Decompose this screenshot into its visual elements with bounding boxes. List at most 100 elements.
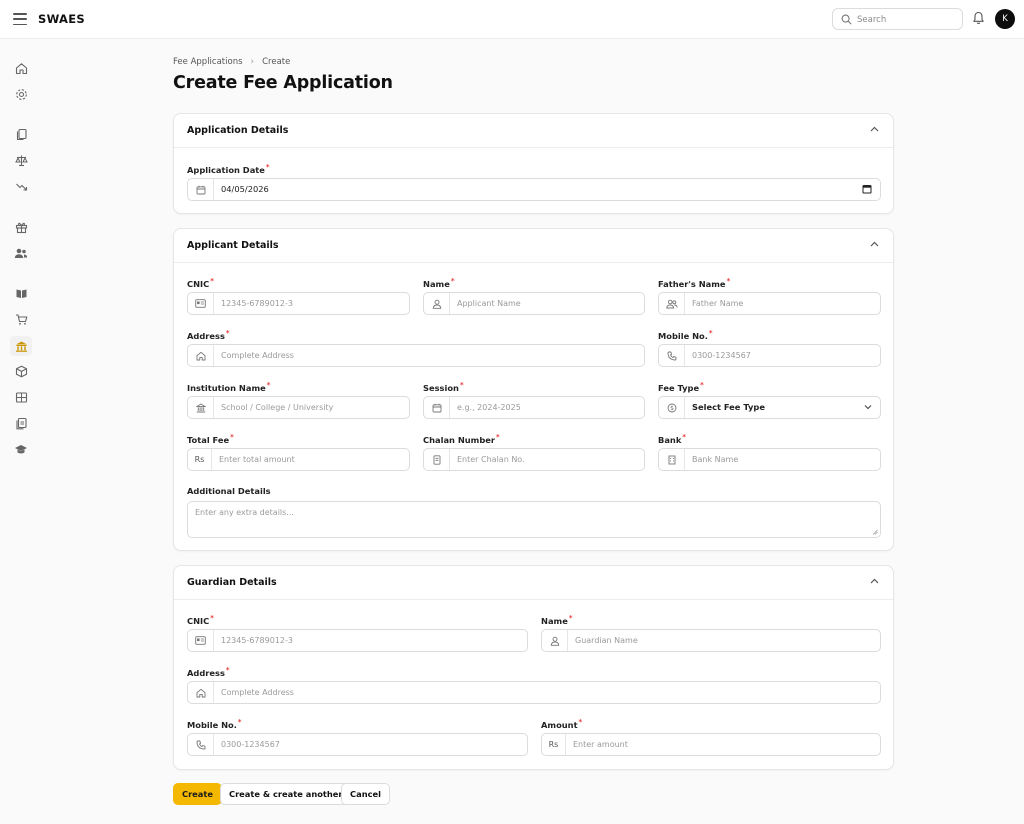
sidebar-item-users[interactable] xyxy=(10,243,32,263)
sidebar-item-books[interactable] xyxy=(10,283,32,303)
amount-input[interactable] xyxy=(573,737,871,752)
cnic-field[interactable] xyxy=(187,292,410,315)
guardian-cnic-label: CNIC* xyxy=(187,614,214,626)
home-icon xyxy=(188,345,214,366)
guardian-mobile-input[interactable] xyxy=(221,737,520,752)
father-name-field[interactable] xyxy=(658,292,881,315)
users-icon xyxy=(659,293,685,314)
chevron-up-icon[interactable] xyxy=(870,126,879,132)
mobile-field[interactable] xyxy=(658,344,881,367)
application-date-field[interactable]: 04/05/2026 xyxy=(187,178,881,201)
sidebar-item-settings[interactable] xyxy=(10,84,32,104)
box-icon xyxy=(15,365,27,377)
address-input[interactable] xyxy=(221,348,637,363)
session-field[interactable] xyxy=(423,396,645,419)
guardian-mobile-field[interactable] xyxy=(187,733,528,756)
breadcrumb-current: Create xyxy=(262,57,291,67)
chalan-number-input[interactable] xyxy=(457,452,637,467)
sidebar-item-home[interactable] xyxy=(10,58,32,78)
applicant-details-header[interactable]: Applicant Details xyxy=(174,229,893,263)
institution-field[interactable] xyxy=(187,396,410,419)
currency-prefix: Rs xyxy=(542,734,566,755)
total-fee-field[interactable]: Rs xyxy=(187,448,410,471)
avatar[interactable]: K xyxy=(995,9,1015,29)
gift-icon xyxy=(15,222,27,233)
sidebar-item-documents[interactable] xyxy=(10,124,32,144)
mobile-input[interactable] xyxy=(692,348,873,363)
sidebar-item-gifts[interactable] xyxy=(10,217,32,237)
additional-details-field[interactable] xyxy=(187,501,881,538)
bank-input[interactable] xyxy=(692,452,873,467)
menu-icon[interactable] xyxy=(13,13,27,25)
sidebar-item-cart[interactable] xyxy=(10,309,32,329)
additional-details-textarea[interactable] xyxy=(195,508,873,531)
guardian-details-header[interactable]: Guardian Details xyxy=(174,566,893,600)
institution-input[interactable] xyxy=(221,400,402,415)
bank-label: Bank* xyxy=(658,433,687,445)
top-bar: SWAES K xyxy=(0,0,1024,39)
guardian-address-input[interactable] xyxy=(221,685,873,700)
resize-handle-icon[interactable] xyxy=(872,529,878,535)
users-icon xyxy=(14,248,28,258)
total-fee-label: Total Fee* xyxy=(187,433,234,445)
search-icon xyxy=(841,14,852,25)
calendar-icon xyxy=(424,397,450,418)
bell-icon[interactable] xyxy=(972,11,985,25)
graduation-cap-icon xyxy=(15,444,27,453)
sidebar-item-bank[interactable] xyxy=(10,336,32,356)
guardian-address-field[interactable] xyxy=(187,681,881,704)
chevron-up-icon[interactable] xyxy=(870,241,879,247)
father-name-input[interactable] xyxy=(692,296,873,311)
create-another-button[interactable]: Create & create another xyxy=(220,783,352,805)
guardian-address-label: Address* xyxy=(187,666,230,678)
total-fee-input[interactable] xyxy=(219,452,400,467)
amount-field[interactable]: Rs xyxy=(541,733,881,756)
cnic-input[interactable] xyxy=(221,296,402,311)
guardian-cnic-input[interactable] xyxy=(221,633,520,648)
section-title: Guardian Details xyxy=(187,577,277,588)
sidebar-item-legal[interactable] xyxy=(10,150,32,170)
brand-logo[interactable]: SWAES xyxy=(38,12,85,26)
bank-field[interactable] xyxy=(658,448,881,471)
sidebar-item-reports[interactable] xyxy=(10,413,32,433)
breadcrumb-link-fee-applications[interactable]: Fee Applications xyxy=(173,57,243,67)
application-details-header[interactable]: Application Details xyxy=(174,114,893,148)
chalan-number-field[interactable] xyxy=(423,448,645,471)
section-title: Applicant Details xyxy=(187,240,279,251)
search-box[interactable] xyxy=(832,8,963,30)
guardian-mobile-label: Mobile No.* xyxy=(187,718,242,730)
chalan-number-label: Chalan Number* xyxy=(423,433,500,445)
create-button[interactable]: Create xyxy=(173,783,222,805)
applicant-name-input[interactable] xyxy=(457,296,637,311)
receipt-icon xyxy=(424,449,450,470)
applicant-details-card: Applicant Details CNIC* Name* Father's N… xyxy=(173,228,894,551)
bank-icon xyxy=(15,341,27,352)
sidebar-item-inventory[interactable] xyxy=(10,361,32,381)
mobile-label: Mobile No.* xyxy=(658,329,713,341)
address-field[interactable] xyxy=(187,344,645,367)
guardian-cnic-field[interactable] xyxy=(187,629,528,652)
svg-text:$: $ xyxy=(670,405,674,412)
applicant-name-field[interactable] xyxy=(423,292,645,315)
id-card-icon xyxy=(188,293,214,314)
institution-label: Institution Name* xyxy=(187,381,271,393)
date-picker-icon[interactable] xyxy=(862,184,872,194)
cnic-label: CNIC* xyxy=(187,277,214,289)
sidebar-item-trends[interactable] xyxy=(10,176,32,196)
application-date-value: 04/05/2026 xyxy=(221,184,269,194)
currency-prefix: Rs xyxy=(188,449,212,470)
sidebar xyxy=(0,39,42,824)
guardian-name-field[interactable] xyxy=(541,629,881,652)
session-input[interactable] xyxy=(457,400,637,415)
guardian-name-input[interactable] xyxy=(575,633,873,648)
breadcrumb: Fee Applications › Create xyxy=(173,57,290,67)
chevron-down-icon xyxy=(864,404,872,410)
fee-type-select[interactable]: $ Select Fee Type xyxy=(658,396,881,419)
guardian-name-label: Name* xyxy=(541,614,573,626)
cancel-button[interactable]: Cancel xyxy=(341,783,390,805)
home-icon xyxy=(188,682,214,703)
chevron-up-icon[interactable] xyxy=(870,578,879,584)
search-input[interactable] xyxy=(857,12,957,27)
sidebar-item-id-cards[interactable] xyxy=(10,387,32,407)
sidebar-item-education[interactable] xyxy=(10,439,32,459)
